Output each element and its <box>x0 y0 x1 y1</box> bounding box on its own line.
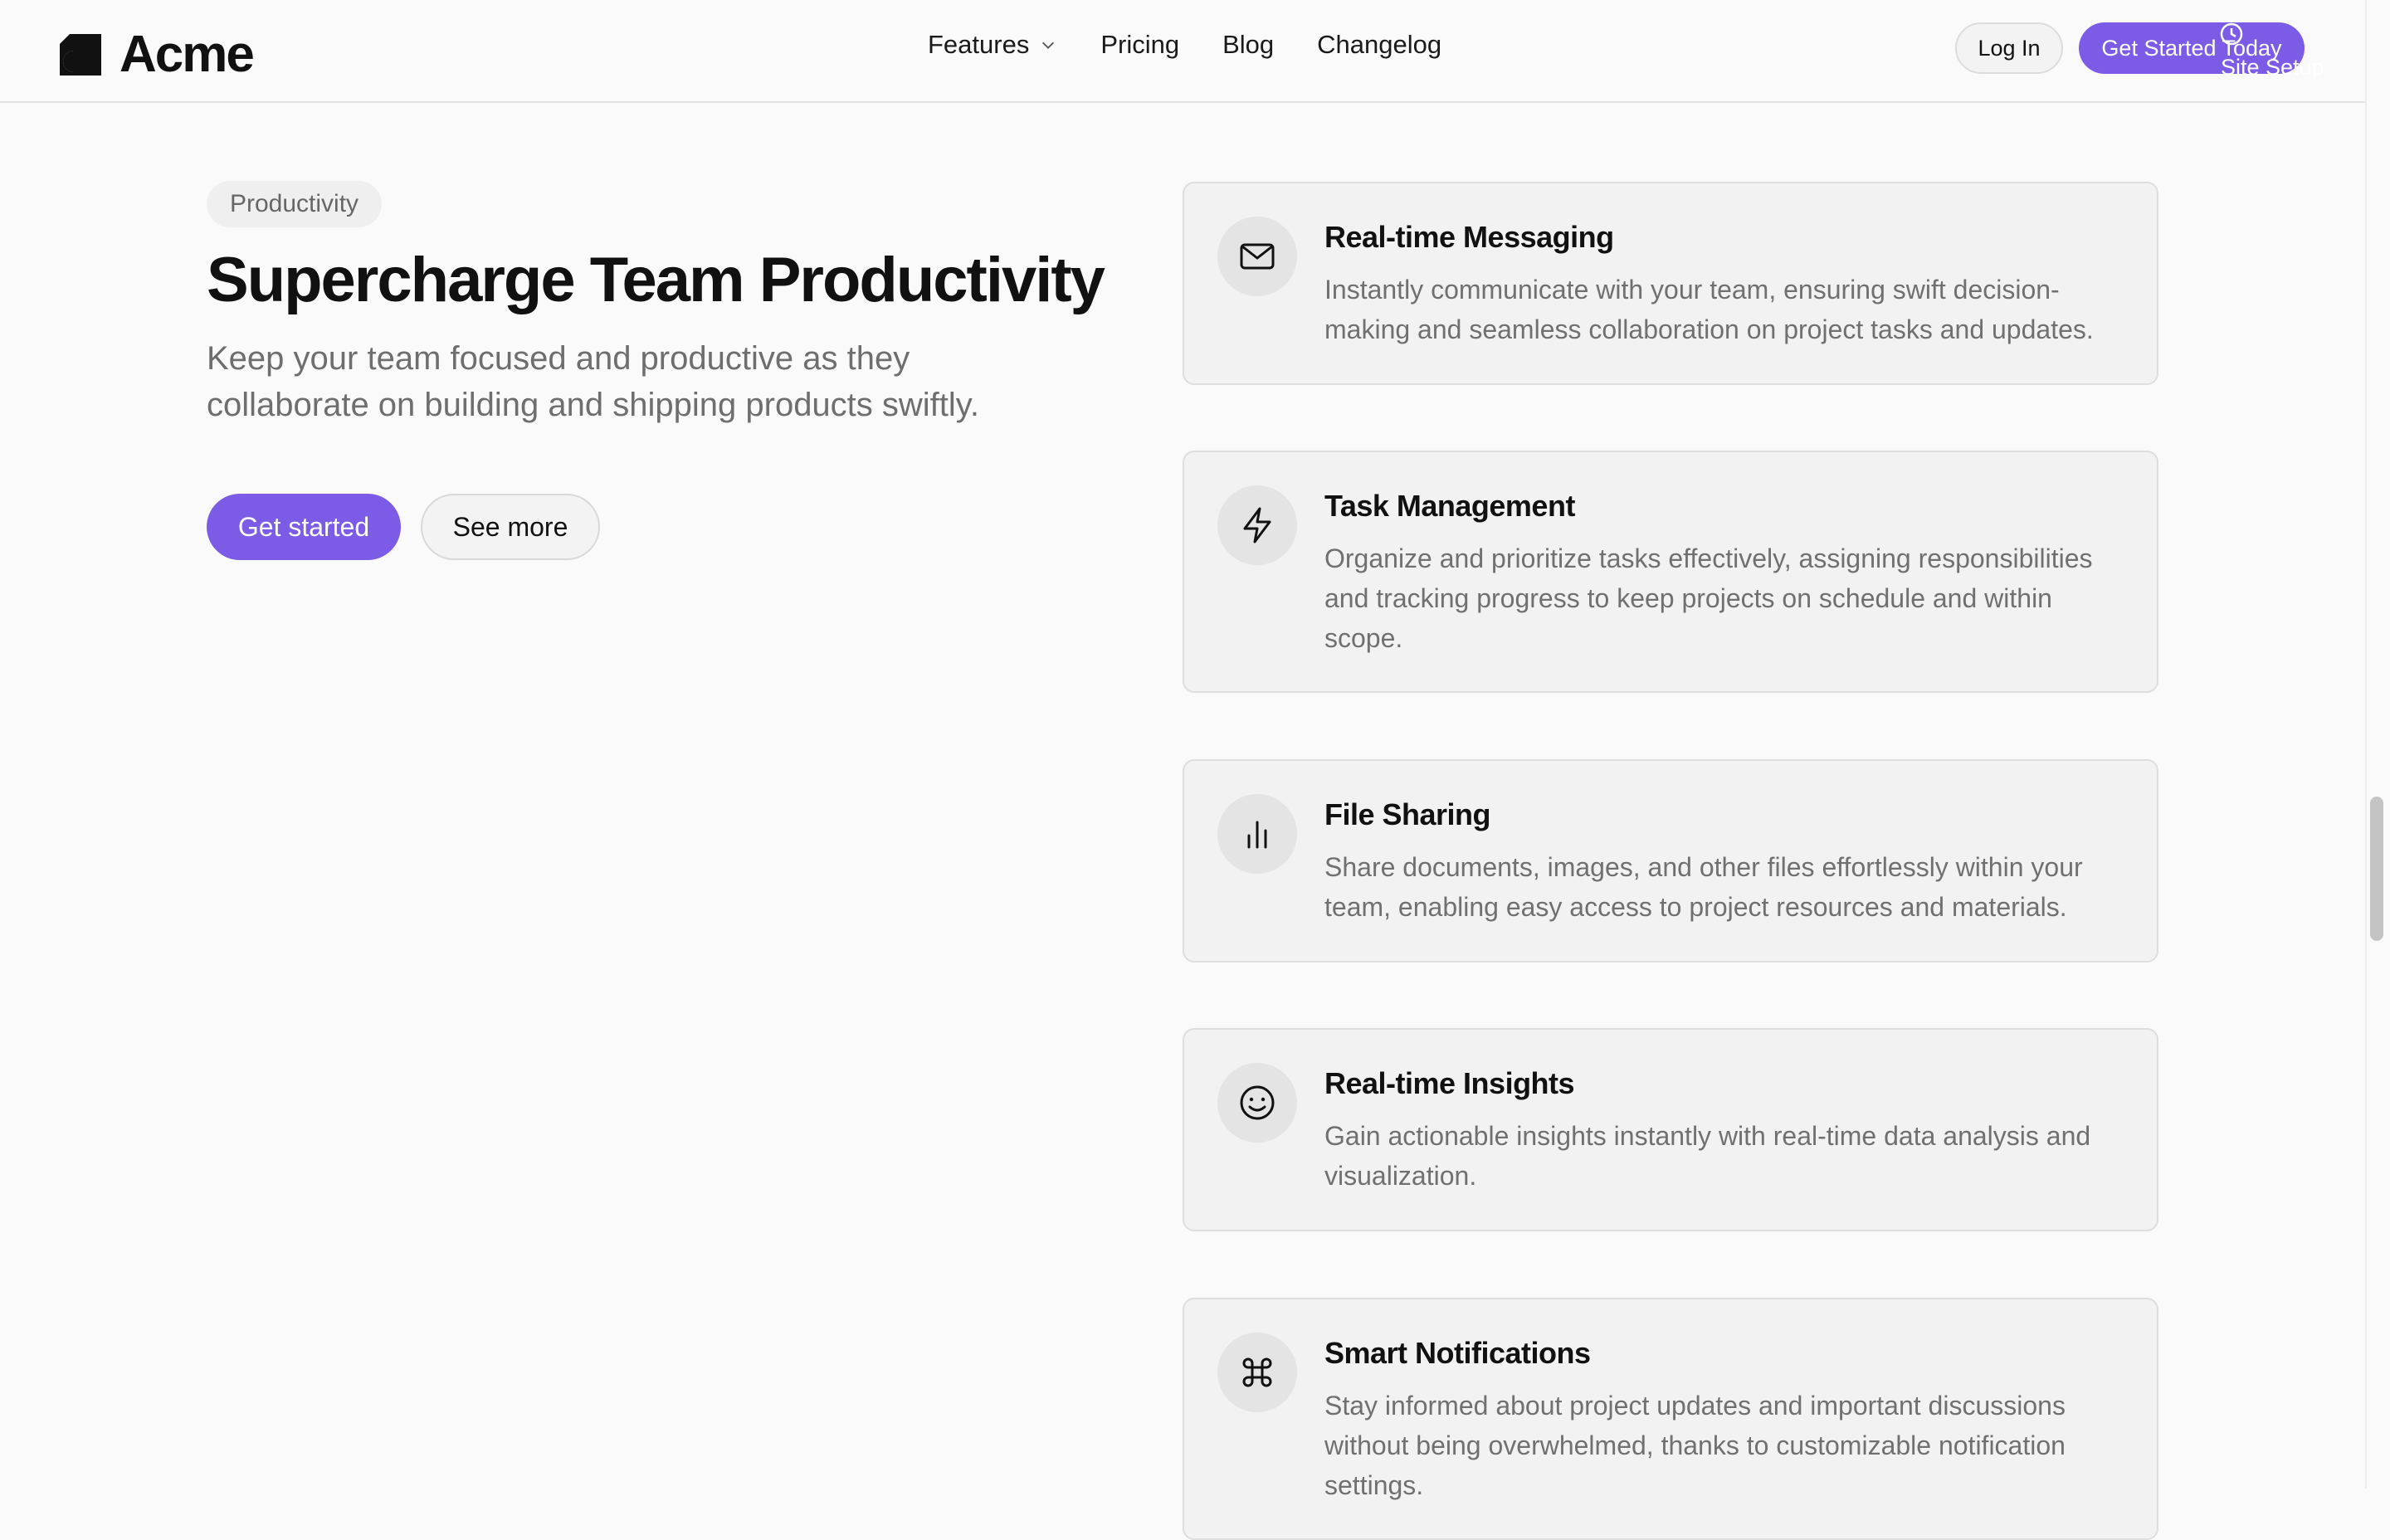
feature-title: Smart Notifications <box>1324 1336 1591 1370</box>
feature-description: Gain actionable insights instantly with … <box>1324 1121 2091 1191</box>
page-title: Supercharge Team Productivity <box>207 245 1105 315</box>
feature-icon-badge <box>1217 1063 1297 1143</box>
logo[interactable]: Acme <box>60 25 255 84</box>
feature-title: File Sharing <box>1324 797 1491 831</box>
chevron-down-icon <box>1042 41 1055 49</box>
clock-icon[interactable] <box>2219 22 2244 46</box>
site-header: Acme Features Pricing Blog Changelog Log… <box>0 0 2365 103</box>
feature-card: File Sharing Share documents, images, an… <box>1183 759 2158 962</box>
mail-icon <box>1240 243 1275 270</box>
scrollbar-thumb[interactable] <box>2370 797 2383 941</box>
feature-icon-badge <box>1217 485 1297 565</box>
feature-description: Share documents, images, and other files… <box>1324 852 2083 922</box>
feature-card: Smart Notifications Stay informed about … <box>1183 1298 2158 1540</box>
feature-card: Task Management Organize and prioritize … <box>1183 451 2158 693</box>
logo-text: Acme <box>120 26 255 83</box>
nav-label: Blog <box>1222 30 1275 59</box>
feature-title: Task Management <box>1324 489 1575 523</box>
page-subtitle: Keep your team focused and productive as… <box>207 340 979 423</box>
nav-item-pricing[interactable]: Pricing <box>1100 30 1179 60</box>
feature-card: Real-time Messaging Instantly communicat… <box>1183 182 2158 385</box>
feature-icon-badge <box>1217 1333 1297 1412</box>
nav-label: Features <box>928 30 1030 59</box>
bar-chart-icon <box>1247 821 1267 849</box>
feature-icon-badge <box>1217 794 1297 874</box>
acme-logo-icon <box>60 33 101 76</box>
nav-label: Pricing <box>1100 30 1180 59</box>
nav-item-blog[interactable]: Blog <box>1222 30 1274 60</box>
login-button[interactable]: Log In <box>1955 22 2063 74</box>
feature-card: Real-time Insights Gain actionable insig… <box>1183 1028 2158 1231</box>
get-started-button[interactable]: Get started <box>207 494 401 560</box>
nav-item-features[interactable]: Features <box>928 30 1057 60</box>
nav-item-changelog[interactable]: Changelog <box>1317 30 1441 60</box>
scrollbar[interactable] <box>2365 0 2390 1489</box>
command-icon <box>1242 1357 1272 1387</box>
site-setup-label[interactable]: Site Setup <box>2221 55 2324 80</box>
feature-title: Real-time Insights <box>1324 1066 1575 1100</box>
see-more-button[interactable]: See more <box>421 494 600 560</box>
nav-label: Changelog <box>1317 30 1442 59</box>
feature-description: Organize and prioritize tasks effectivel… <box>1324 543 2093 653</box>
main-nav: Features Pricing Blog Changelog <box>928 30 1441 60</box>
feature-icon-badge <box>1217 217 1297 296</box>
lightning-icon <box>1243 507 1271 543</box>
smile-icon <box>1240 1085 1275 1120</box>
feature-description: Instantly communicate with your team, en… <box>1324 275 2094 344</box>
section-badge: Productivity <box>207 181 383 227</box>
feature-title: Real-time Messaging <box>1324 220 1614 254</box>
feature-description: Stay informed about project updates and … <box>1324 1391 2066 1500</box>
